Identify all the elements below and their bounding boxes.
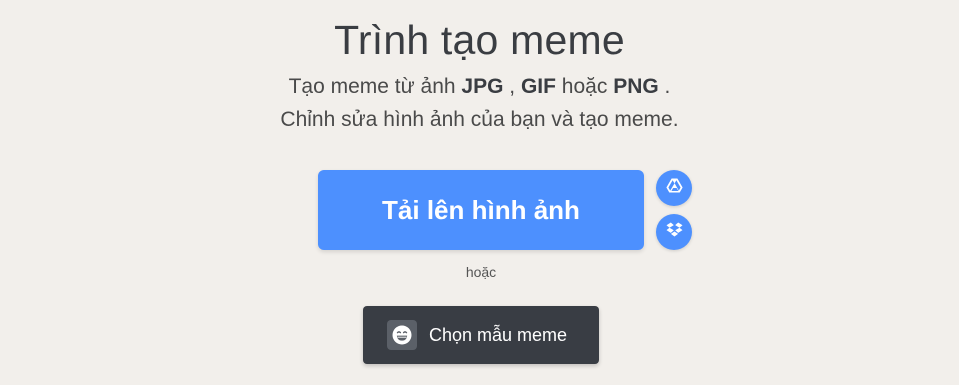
subtitle-line-2: Chỉnh sửa hình ảnh của bạn và tạo meme. xyxy=(280,108,679,131)
format-gif: GIF xyxy=(520,75,556,98)
subtitle-prefix: Tạo meme từ ảnh xyxy=(288,75,462,98)
page-title: Trình tạo meme xyxy=(334,17,625,63)
upload-image-label: Tải lên hình ảnh xyxy=(382,194,580,225)
page-subtitle: Tạo meme từ ảnh JPG , GIF hoặc PNG . Chỉ… xyxy=(0,70,959,136)
subtitle-separator-1: , xyxy=(503,75,521,98)
subtitle-suffix: . xyxy=(658,75,671,98)
google-drive-button[interactable] xyxy=(656,170,692,206)
google-drive-icon xyxy=(665,178,683,198)
dropbox-icon xyxy=(666,222,683,242)
format-png: PNG xyxy=(613,75,659,98)
upload-image-button[interactable]: Tải lên hình ảnh xyxy=(318,170,644,250)
format-jpg: JPG xyxy=(461,75,504,98)
choose-template-button[interactable]: Chọn mẫu meme xyxy=(363,306,599,364)
or-separator: hoặc xyxy=(465,264,497,280)
subtitle-separator-2: hoặc xyxy=(555,75,614,98)
dropbox-button[interactable] xyxy=(656,214,692,250)
subtitle-line-1: Tạo meme từ ảnh JPG , GIF hoặc PNG . xyxy=(0,70,959,103)
choose-template-label: Chọn mẫu meme xyxy=(429,324,568,345)
grinning-face-icon xyxy=(387,320,417,350)
